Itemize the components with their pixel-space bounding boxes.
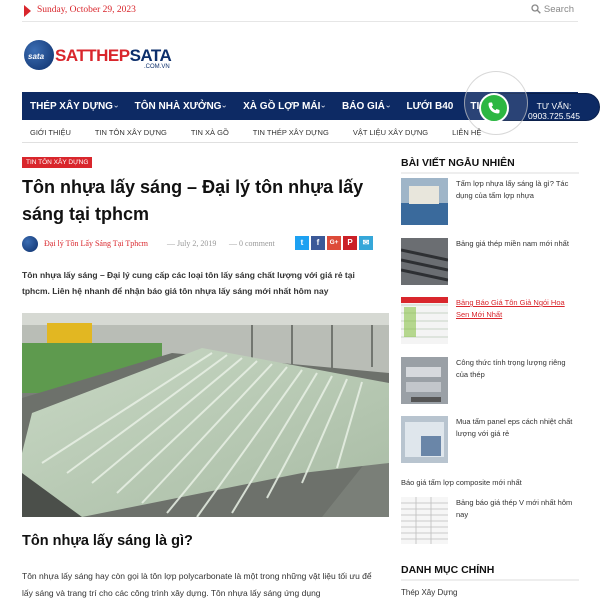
- article-meta: Đại lý Tôn Lấy Sáng Tại Tphcm — July 2, …: [22, 236, 378, 252]
- post-title[interactable]: Bảng báo giá thép V mới nhất hôm nay: [456, 497, 579, 521]
- post-thumbnail[interactable]: [401, 178, 448, 225]
- sidebar-post[interactable]: Công thức tính trọng lượng riêng của thé…: [401, 357, 579, 405]
- main-nav-label: XÀ GỒ LỢP MÁI: [243, 100, 321, 112]
- search-button[interactable]: Search: [531, 4, 574, 15]
- divider: [22, 142, 578, 143]
- article-title: Tôn nhựa lấy sáng – Đại lý tôn nhựa lấy …: [22, 177, 364, 224]
- main-nav-label: LƯỚI B40: [406, 100, 454, 112]
- post-title[interactable]: Tấm lợp nhựa lấy sáng là gì? Tác dụng củ…: [456, 178, 579, 202]
- divider: [401, 579, 579, 581]
- post-date: — July 2, 2019: [167, 239, 217, 248]
- post-thumbnail[interactable]: [401, 297, 448, 344]
- post-title[interactable]: Công thức tính trọng lượng riêng của thé…: [456, 357, 579, 381]
- phone-label: TƯ VẤN:: [536, 101, 572, 111]
- sidebar-post[interactable]: Mua tấm panel eps cách nhiệt chất lượng …: [401, 416, 579, 464]
- section-heading: Tôn nhựa lấy sáng là gì?: [22, 533, 193, 549]
- divider: [401, 172, 579, 174]
- post-thumbnail[interactable]: [401, 238, 448, 285]
- sidebar-post[interactable]: Tấm lợp nhựa lấy sáng là gì? Tác dụng củ…: [401, 178, 579, 226]
- phone-contact[interactable]: TƯ VẤN: 0903.725.545: [519, 101, 589, 121]
- post-thumbnail[interactable]: [401, 497, 448, 544]
- main-nav-label: THÉP XÂY DỰNG: [30, 100, 113, 112]
- sidebar-post[interactable]: Bảng Báo Giá Tôn Giả Ngói Hoa Sen Mới Nh…: [401, 297, 579, 345]
- pinterest-share-icon[interactable]: P: [343, 236, 357, 250]
- sidebar-post[interactable]: Bảng giá thép miền nam mới nhất: [401, 238, 579, 286]
- main-nav-item[interactable]: LƯỚI B40: [407, 101, 454, 112]
- sub-nav-item[interactable]: VẬT LIỆU XÂY DỰNG: [353, 128, 428, 137]
- email-share-icon[interactable]: ✉: [359, 236, 373, 250]
- article-hero-image: [22, 313, 389, 517]
- chevron-down-icon: ›: [383, 104, 393, 108]
- logo-wordmark: SATTHEPSATA: [55, 46, 172, 65]
- logo-domain: .COM.VN: [144, 64, 170, 70]
- chevron-down-icon: ›: [220, 104, 230, 108]
- divider: [22, 21, 578, 22]
- comment-count[interactable]: — 0 comment: [229, 239, 275, 248]
- main-nav-item[interactable]: BÁO GIÁ›: [342, 100, 393, 112]
- search-icon: [531, 4, 541, 14]
- post-title[interactable]: Bảng giá thép miền nam mới nhất: [456, 238, 579, 250]
- sub-nav-item[interactable]: LIÊN HỆ: [452, 128, 481, 137]
- logo-badge: sata: [24, 40, 54, 70]
- main-nav-item[interactable]: XÀ GỒ LỢP MÁI›: [243, 100, 329, 112]
- post-thumbnail[interactable]: [401, 416, 448, 463]
- author-link[interactable]: Đại lý Tôn Lấy Sáng Tại Tphcm: [44, 239, 148, 248]
- top-bar: Sunday, October 29, 2023 Search: [0, 0, 600, 22]
- phone-icon: [488, 102, 500, 114]
- sub-nav-item[interactable]: GIỚI THIỆU: [30, 128, 71, 137]
- post-title[interactable]: Bảng Báo Giá Tôn Giả Ngói Hoa Sen Mới Nh…: [456, 297, 579, 321]
- main-nav-item[interactable]: THÉP XÂY DỰNG›: [30, 100, 121, 112]
- sidebar-post[interactable]: Báo giá tấm lợp composite mới nhất: [401, 477, 579, 491]
- chevron-down-icon: ›: [111, 104, 121, 108]
- main-categories-heading: DANH MỤC CHÍNH: [401, 564, 495, 576]
- facebook-share-icon[interactable]: f: [311, 236, 325, 250]
- sub-nav-item[interactable]: TIN THÉP XÂY DỰNG: [253, 128, 329, 137]
- share-buttons: t f G+ P ✉: [295, 236, 375, 250]
- category-tag[interactable]: TIN TÔN XÂY DỰNG: [22, 157, 93, 168]
- post-title[interactable]: Mua tấm panel eps cách nhiệt chất lượng …: [456, 416, 579, 440]
- avatar[interactable]: [22, 236, 38, 252]
- phone-number: 0903.725.545: [528, 111, 580, 121]
- main-nav-label: TÔN NHÀ XƯỞNG: [134, 100, 222, 112]
- google-plus-share-icon[interactable]: G+: [327, 236, 341, 250]
- chevron-down-icon: ›: [319, 104, 329, 108]
- random-posts-heading: BÀI VIẾT NGẪU NHIÊN: [401, 157, 515, 169]
- article-intro: Tôn nhựa lấy sáng – Đại lý cung cấp các …: [22, 270, 355, 296]
- search-label: Search: [543, 4, 574, 15]
- twitter-share-icon[interactable]: t: [295, 236, 309, 250]
- category-link[interactable]: Thép Xây Dựng: [401, 588, 458, 597]
- article-body: Tôn nhựa lấy sáng hay còn gọi là tôn lợp…: [22, 571, 372, 598]
- main-nav-label: BÁO GIÁ: [342, 100, 385, 112]
- sub-nav-item[interactable]: TIN XÀ GỒ: [191, 128, 229, 137]
- post-thumbnail[interactable]: [401, 357, 448, 404]
- current-date: Sunday, October 29, 2023: [37, 5, 136, 15]
- sub-nav-item[interactable]: TIN TÔN XÂY DỰNG: [95, 128, 167, 137]
- main-nav-item[interactable]: TÔN NHÀ XƯỞNG›: [134, 100, 230, 112]
- caret-right-icon: [24, 5, 31, 17]
- post-title[interactable]: Báo giá tấm lợp composite mới nhất: [401, 477, 579, 489]
- call-button[interactable]: [479, 93, 509, 123]
- sub-nav: GIỚI THIỆU TIN TÔN XÂY DỰNG TIN XÀ GỒ TIN T…: [22, 122, 578, 142]
- sidebar-post[interactable]: Bảng báo giá thép V mới nhất hôm nay: [401, 497, 579, 545]
